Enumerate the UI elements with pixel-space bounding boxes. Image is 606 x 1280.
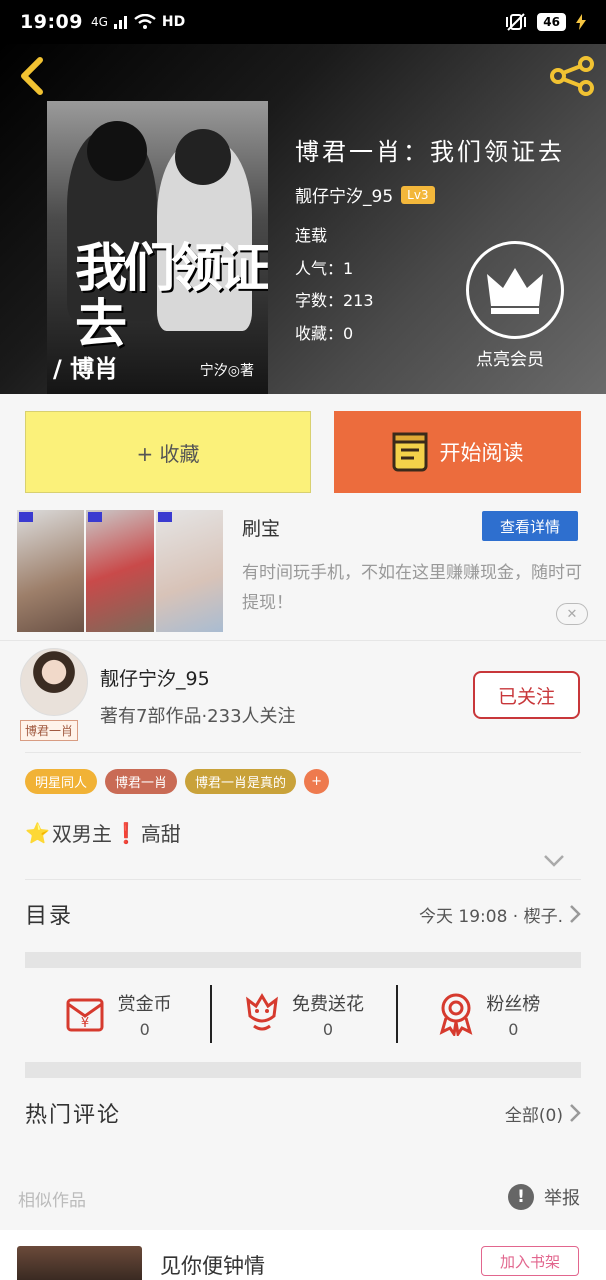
follow-button[interactable]: 已关注 xyxy=(473,671,580,719)
ad-images[interactable] xyxy=(17,510,223,632)
similar-book-cover[interactable] xyxy=(17,1246,142,1280)
red-envelope-icon: ¥ xyxy=(66,998,104,1032)
cover-head-right xyxy=(175,129,231,185)
reward-free-flower[interactable]: 免费送花 0 xyxy=(210,983,395,1045)
divider xyxy=(0,640,606,641)
book-status: 连载 xyxy=(295,226,328,245)
status-bar: 19:09 4G HD 46 xyxy=(0,0,606,44)
reward-fan-rank[interactable]: 粉丝榜 0 xyxy=(395,983,581,1045)
exclamation-icon: ❗ xyxy=(113,820,139,845)
ad-badge xyxy=(88,512,103,522)
book-cover[interactable]: 我们领证去 / 博肖 宁汐◎著 xyxy=(47,101,268,394)
crown-icon xyxy=(487,268,543,314)
tag-chip[interactable]: 博君一肖 xyxy=(105,769,178,794)
ad-detail-button[interactable]: 查看详情 xyxy=(482,511,578,541)
tag-list: 明星同人 博君一肖 博君一肖是真的 + xyxy=(25,769,330,794)
book-header: 我们领证去 / 博肖 宁汐◎著 博君一肖：我们领证去 靓仔宁汐_95 Lv3 连… xyxy=(0,44,606,394)
reward-label: 免费送花 xyxy=(291,993,364,1015)
ad-image-1 xyxy=(17,510,85,632)
report-label: 举报 xyxy=(544,1188,580,1209)
ad-description: 有时间玩手机，不如在这里赚赚现金，随时可提现！ xyxy=(242,563,582,613)
cover-tag: / 博肖 xyxy=(53,355,119,383)
book-author[interactable]: 靓仔宁汐_95 xyxy=(295,182,393,207)
reward-value: 0 xyxy=(322,1019,334,1039)
vibrate-icon xyxy=(506,13,527,31)
tag-chip[interactable]: 明星同人 xyxy=(25,769,98,794)
comments-label: 热门评论 xyxy=(25,1103,122,1128)
cover-head-left xyxy=(87,121,147,181)
catalog-latest: 今天 19:08 · 楔子. xyxy=(418,906,563,927)
network-indicator: 4G HD xyxy=(91,14,185,30)
ad-badge xyxy=(157,512,172,522)
star-icon: ⭐ xyxy=(25,820,50,845)
flower-icon xyxy=(246,993,278,1031)
start-reading-label: 开始阅读 xyxy=(439,441,524,465)
book-title: 博君一肖：我们领证去 xyxy=(295,138,565,166)
catalog-label: 目录 xyxy=(25,904,74,929)
author-avatar[interactable] xyxy=(20,648,88,716)
add-favorite-button[interactable]: + 收藏 xyxy=(25,411,311,493)
ad-close-button[interactable]: ✕ xyxy=(556,603,588,625)
ad-image-3 xyxy=(155,510,223,632)
status-time: 19:09 xyxy=(20,11,83,33)
signal-icon xyxy=(113,16,127,29)
synopsis-text-2: 高甜 xyxy=(140,822,181,846)
charging-icon xyxy=(576,14,586,30)
divider xyxy=(25,879,581,880)
section-separator xyxy=(25,1062,581,1078)
vip-crown-button[interactable] xyxy=(466,241,564,339)
book-icon xyxy=(392,432,427,472)
reward-value: 0 xyxy=(139,1019,150,1039)
reward-value: 0 xyxy=(508,1019,519,1039)
rewards-row: ¥ 赏金币 0 免费送花 0 粉丝榜 0 xyxy=(25,983,581,1045)
ad-image-2 xyxy=(86,510,154,632)
cover-author: 宁汐◎著 xyxy=(199,363,254,379)
add-tag-button[interactable]: + xyxy=(304,769,330,794)
book-popularity: 人气：1 xyxy=(295,259,354,278)
synopsis-text-1: 双男主 xyxy=(51,822,112,846)
divider xyxy=(25,752,581,753)
synopsis: ⭐ 双男主 ❗ 高甜 xyxy=(25,818,181,847)
back-arrow-icon[interactable] xyxy=(12,54,52,98)
reward-label: 赏金币 xyxy=(117,993,172,1015)
share-icon[interactable] xyxy=(548,56,596,96)
chevron-right-icon xyxy=(570,905,581,923)
hd-icon: HD xyxy=(161,14,186,30)
catalog-row[interactable]: 目录 今天 19:08 · 楔子. xyxy=(25,898,581,930)
ad-badge xyxy=(19,512,33,522)
similar-book-card[interactable]: 见你便钟情 加入书架 xyxy=(0,1230,606,1280)
chevron-right-icon xyxy=(570,1104,581,1122)
comments-all: 全部(0) xyxy=(504,1105,563,1126)
reward-gold-coin[interactable]: ¥ 赏金币 0 xyxy=(25,983,210,1045)
medal-icon xyxy=(439,993,473,1036)
similar-book-title[interactable]: 见你便钟情 xyxy=(160,1250,265,1280)
reward-label: 粉丝榜 xyxy=(486,993,541,1015)
similar-works-label: 相似作品 xyxy=(18,1191,86,1211)
report-button[interactable]: ! 举报 xyxy=(508,1184,580,1210)
network-label: 4G xyxy=(90,15,108,29)
warning-icon: ! xyxy=(508,1184,534,1210)
book-word-count: 字数：213 xyxy=(295,291,374,310)
level-badge: Lv3 xyxy=(401,185,435,204)
battery-level: 46 xyxy=(537,13,566,31)
book-author-row[interactable]: 靓仔宁汐_95 Lv3 xyxy=(295,182,435,207)
wifi-icon xyxy=(134,14,156,29)
chevron-down-icon[interactable] xyxy=(543,853,565,869)
cover-title: 我们领证去 xyxy=(75,239,268,355)
add-to-shelf-button[interactable]: 加入书架 xyxy=(481,1246,579,1276)
author-name[interactable]: 靓仔宁汐_95 xyxy=(100,664,210,691)
start-reading-button[interactable]: 开始阅读 xyxy=(334,411,581,493)
section-separator xyxy=(25,952,581,968)
avatar-tag: 博君一肖 xyxy=(20,720,79,741)
vip-label[interactable]: 点亮会员 xyxy=(476,345,544,370)
svg-text:¥: ¥ xyxy=(81,1016,89,1031)
ad-title[interactable]: 刷宝 xyxy=(242,514,280,541)
author-stats: 著有7部作品·233人关注 xyxy=(100,706,296,727)
tag-chip[interactable]: 博君一肖是真的 xyxy=(185,769,297,794)
comments-row[interactable]: 热门评论 全部(0) xyxy=(25,1097,581,1129)
book-favorites: 收藏：0 xyxy=(295,324,354,343)
